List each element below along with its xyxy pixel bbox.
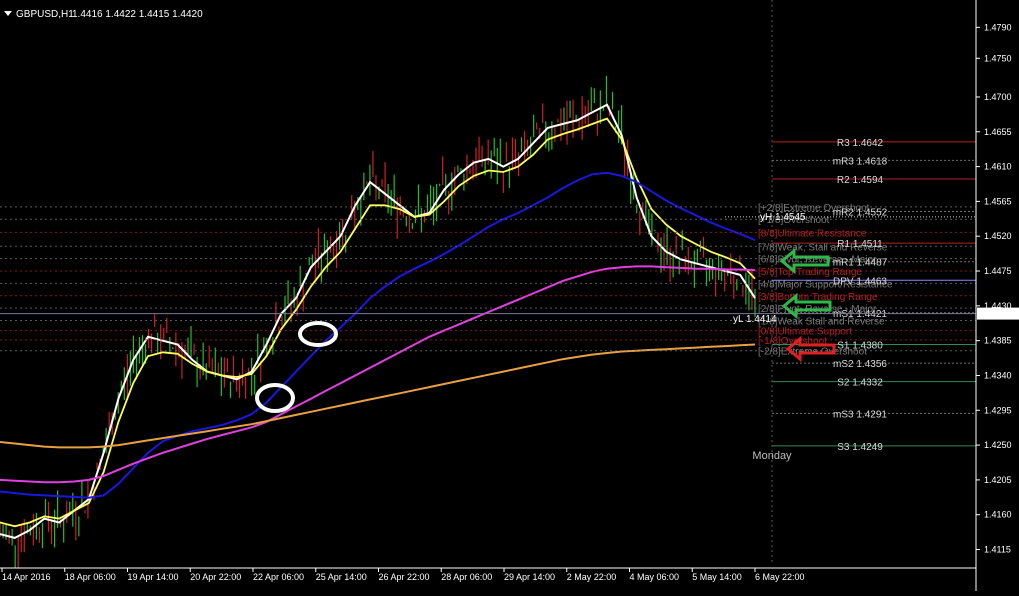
- price-tick-label: 1.4295: [984, 405, 1012, 415]
- pivot-label: S2 1.4332: [837, 378, 883, 389]
- pivot-label: R1 1.4511: [837, 239, 883, 250]
- price-tick-label: 1.4655: [984, 127, 1012, 137]
- pivot-label: mR1 1.4487: [833, 258, 888, 269]
- price-tick-label: 1.4250: [984, 440, 1012, 450]
- price-tick-label: 1.4160: [984, 510, 1012, 520]
- pivot-label: R2 1.4594: [837, 175, 884, 186]
- time-tick-label: 19 Apr 14:00: [128, 572, 179, 582]
- time-tick-label: 26 Apr 22:00: [379, 572, 430, 582]
- time-tick-label: 20 Apr 22:00: [190, 572, 241, 582]
- murrey-level-label: [8/8]Ultimate Resistance: [758, 228, 867, 239]
- price-tick-label: 1.4790: [984, 22, 1012, 32]
- time-tick-label: 4 May 06:00: [630, 572, 680, 582]
- pivot-label: mS1 1.4421: [833, 309, 887, 320]
- price-chart[interactable]: [+2/8]Extreme Overshoot [+1/8]Overshoot [8…: [0, 0, 1019, 591]
- ohlc-label: 1.4416 1.4422 1.4415 1.4420: [72, 9, 203, 20]
- chart-svg: [+2/8]Extreme Overshoot[+1/8]Overshoot[8…: [0, 0, 1019, 591]
- pivot-label: R3 1.4642: [837, 138, 884, 149]
- price-tick-label: 1.4700: [984, 92, 1012, 102]
- price-tick-label: 1.4565: [984, 196, 1012, 206]
- time-tick-label: 6 May 22:00: [755, 572, 805, 582]
- pivot-label: mS2 1.4356: [833, 359, 887, 370]
- symbol-label: GBPUSD,H1: [16, 9, 74, 20]
- time-tick-label: 14 Apr 2016: [2, 572, 51, 582]
- time-tick-label: 22 Apr 06:00: [253, 572, 304, 582]
- pivot-label: mS3 1.4291: [833, 409, 887, 420]
- yh-label: yH 1.4545: [760, 212, 806, 223]
- price-tick-label: 1.4205: [984, 475, 1012, 485]
- price-tick-label: 1.4750: [984, 53, 1012, 63]
- price-tick-label: 1.4340: [984, 370, 1012, 380]
- pivot-label: mR3 1.4618: [833, 156, 888, 167]
- price-tick-label: 1.4475: [984, 266, 1012, 276]
- price-tick-label: 1.4610: [984, 162, 1012, 172]
- pivot-label: DPV 1.4463: [833, 276, 887, 287]
- yl-label: yL 1.4414: [733, 314, 777, 325]
- pivot-label: S3 1.4249: [837, 442, 883, 453]
- time-tick-label: 5 May 14:00: [692, 572, 742, 582]
- time-tick-label: 25 Apr 14:00: [316, 572, 367, 582]
- price-tick-label: 1.4385: [984, 336, 1012, 346]
- time-tick-label: 18 Apr 06:00: [65, 572, 116, 582]
- price-tick-label: 1.4520: [984, 231, 1012, 241]
- price-tick-label: 1.4430: [984, 301, 1012, 311]
- time-tick-label: 28 Apr 06:00: [441, 572, 492, 582]
- time-tick-label: 29 Apr 14:00: [504, 572, 555, 582]
- pivot-label: S1 1.4380: [837, 341, 883, 352]
- time-tick-label: 2 May 22:00: [567, 572, 617, 582]
- price-tick-label: 1.4115: [984, 545, 1011, 555]
- session-label: Monday: [752, 450, 792, 462]
- current-price-label: 1.4420: [980, 310, 1008, 320]
